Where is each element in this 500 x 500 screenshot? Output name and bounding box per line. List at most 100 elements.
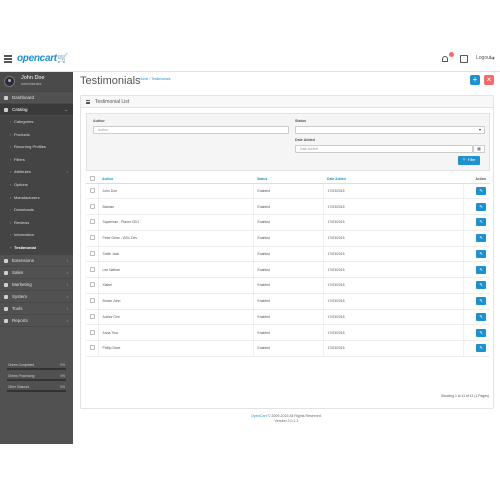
cell-author: Peter Dean - WGL Dev	[97, 230, 253, 247]
edit-button[interactable]: ✎	[476, 281, 486, 290]
table-header-row: Author Status Date Added Action	[86, 176, 490, 184]
edit-button[interactable]: ✎	[476, 312, 486, 321]
sidebar-item-label: Catalog	[12, 107, 28, 112]
sidebar-item-sales[interactable]: Sales ›	[0, 267, 73, 279]
column-date-added[interactable]: Date Added	[323, 176, 463, 184]
row-checkbox[interactable]	[90, 266, 95, 272]
sidebar-subitem-attributes[interactable]: › Attributes ›	[0, 166, 73, 179]
chevron-down-icon: ⌄	[64, 107, 68, 112]
table-row: Smith Jack Enabled 17/03/2015 ✎	[86, 246, 490, 263]
date-label: Date Added	[295, 138, 315, 142]
cell-date: 17/03/2015	[322, 183, 463, 200]
sidebar-subitem-filters[interactable]: › Filters	[0, 154, 73, 167]
table-row: Lee Nathan Enabled 17/03/2015 ✎	[86, 261, 490, 278]
opencart-logo[interactable]: opencart	[17, 53, 57, 64]
table-row: Phillip Dave Enabled 17/03/2015 ✎	[86, 340, 490, 357]
sidebar-item-catalog[interactable]: Catalog ⌄	[0, 104, 73, 116]
sidebar-item-marketing[interactable]: Marketing ›	[0, 279, 73, 291]
row-checkbox[interactable]	[90, 282, 95, 288]
table-row: Superman - Planet CEO Enabled 17/03/2015 ✎	[86, 214, 490, 231]
row-checkbox[interactable]	[90, 219, 95, 225]
logout-link[interactable]: Logout	[476, 55, 491, 61]
edit-button[interactable]: ✎	[476, 186, 486, 195]
row-checkbox[interactable]	[90, 235, 95, 241]
row-checkbox[interactable]	[90, 345, 95, 351]
column-status[interactable]: Status	[253, 176, 323, 184]
table-body: John Doe Enabled 17/03/2015 ✎ Batman Enabled…	[86, 183, 490, 357]
sidebar-item-extensions[interactable]: Extensions ›	[0, 255, 73, 267]
sidebar-subitem-downloads[interactable]: › Downloads	[0, 204, 73, 217]
edit-button[interactable]: ✎	[476, 202, 486, 211]
edit-button[interactable]: ✎	[476, 234, 486, 243]
user-profile[interactable]: John Doe Administrator	[0, 72, 73, 92]
cell-status: Enabled	[252, 183, 323, 200]
edit-button[interactable]: ✎	[476, 265, 486, 274]
edit-button[interactable]: ✎	[476, 249, 486, 258]
cell-status: Enabled	[252, 309, 323, 326]
row-checkbox[interactable]	[90, 203, 95, 209]
row-checkbox[interactable]	[90, 187, 95, 193]
sidebar-subitem-manufacturers[interactable]: › Manufacturers	[0, 192, 73, 205]
cell-status: Enabled	[252, 293, 323, 310]
sidebar-subitem-categories[interactable]: › Categories	[0, 116, 73, 129]
app-window: opencart 🛒 Logout ➜ John Doe Administrat…	[0, 48, 500, 444]
row-checkbox[interactable]	[90, 250, 95, 256]
row-checkbox[interactable]	[90, 329, 95, 335]
edit-button[interactable]: ✎	[476, 218, 486, 227]
sidebar-item-reports[interactable]: Reports ›	[0, 315, 73, 327]
main-content: Testimonials Home / Testimonials + × Tes…	[73, 72, 500, 444]
edit-button[interactable]: ✎	[476, 297, 486, 306]
cell-date: 17/03/2015	[322, 277, 463, 294]
cart-icon	[4, 270, 8, 275]
edit-button[interactable]: ✎	[476, 344, 486, 353]
cell-author: Lee Nathan	[97, 261, 253, 278]
catalog-submenu: › Categories › Products › Recurring Profile…	[0, 116, 73, 255]
row-checkbox[interactable]	[90, 313, 95, 319]
chevron-right-icon: ›	[66, 293, 69, 299]
sidebar-subitem-options[interactable]: › Options	[0, 179, 73, 192]
calendar-icon[interactable]: ▦	[473, 145, 485, 153]
footer-opencart-link[interactable]: OpenCart	[251, 414, 267, 418]
sidebar-item-system[interactable]: System ›	[0, 291, 73, 303]
sidebar-subitem-reviews[interactable]: › Reviews	[0, 217, 73, 230]
cell-date: 17/03/2015	[322, 198, 463, 215]
testimonial-panel: Testimonial List Author Author Status ▾ …	[80, 95, 494, 409]
column-action: Action	[463, 176, 490, 184]
select-all-checkbox[interactable]	[90, 176, 95, 182]
row-checkbox[interactable]	[90, 298, 95, 304]
help-icon[interactable]	[460, 55, 468, 63]
caret-down-icon: ▾	[478, 127, 481, 132]
sidebar-item-tools[interactable]: Tools ›	[0, 303, 73, 315]
filter-button[interactable]: 🔍 Filter	[458, 156, 480, 165]
sidebar-subitem-information[interactable]: › Information	[0, 229, 73, 242]
cell-author: Brown John	[97, 293, 253, 310]
table-row: Xiabei Enabled 17/03/2015 ✎	[86, 277, 490, 294]
menu-toggle-icon[interactable]	[4, 55, 12, 63]
delete-button[interactable]: ×	[484, 75, 494, 85]
cell-author: Anna Tina	[97, 324, 253, 341]
notification-bell-icon[interactable]	[441, 52, 454, 64]
breadcrumb-current[interactable]: Testimonials	[151, 77, 170, 81]
cell-status: Enabled	[252, 214, 323, 231]
sidebar-item-dashboard[interactable]: Dashboard	[0, 92, 73, 104]
author-input[interactable]: Author	[93, 126, 289, 134]
cell-date: 17/03/2015	[322, 309, 463, 326]
chevron-right-icon: ›	[66, 317, 69, 323]
chevron-right-icon: ›	[66, 269, 69, 275]
table-row: Anna Tina Enabled 17/03/2015 ✎	[86, 324, 490, 341]
sign-out-icon[interactable]: ➜	[490, 55, 495, 62]
share-icon	[4, 282, 8, 287]
add-button[interactable]: +	[470, 75, 480, 85]
status-select[interactable]: ▾	[295, 126, 485, 134]
date-input[interactable]: Date Added	[295, 145, 473, 153]
sidebar-subitem-products[interactable]: › Products	[0, 129, 73, 142]
sidebar-subitem-testimonial[interactable]: › Testimonial	[0, 242, 73, 255]
chevron-right-icon: ›	[66, 169, 68, 175]
edit-button[interactable]: ✎	[476, 328, 486, 337]
footer-copyright: © 2009-2015 All Rights Reserved.	[266, 414, 322, 418]
sidebar-subitem-recurring-profiles[interactable]: › Recurring Profiles	[0, 141, 73, 154]
column-author[interactable]: Author	[98, 176, 253, 184]
breadcrumb-home[interactable]: Home	[139, 77, 148, 81]
page-header: Testimonials	[80, 75, 141, 87]
cell-date: 17/03/2015	[322, 261, 463, 278]
